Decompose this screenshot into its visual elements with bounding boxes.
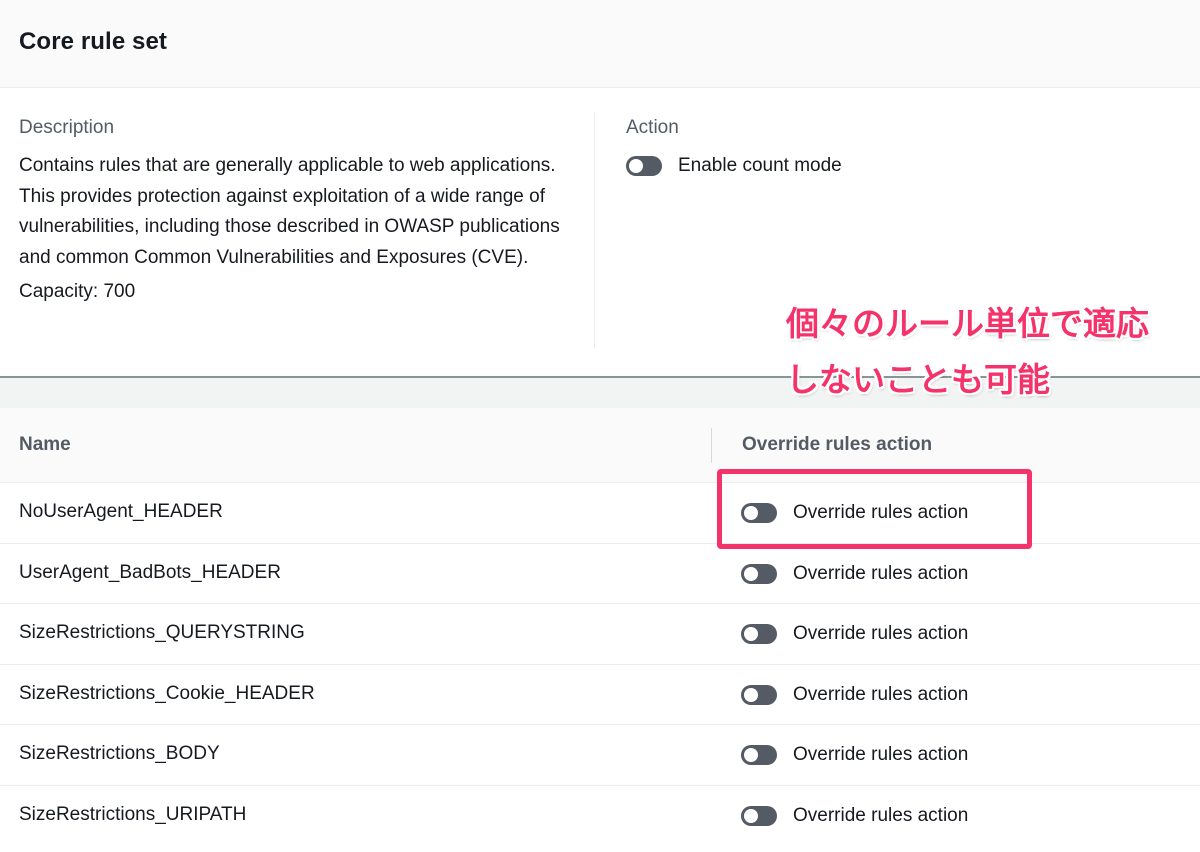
description-column: Description Contains rules that are gene…	[19, 116, 579, 304]
override-toggle-row[interactable]: Override rules action	[741, 562, 968, 586]
annotation-line-2: しないことも可能	[786, 360, 1050, 399]
table-row: UserAgent_BadBots_HEADER Override rules …	[0, 544, 1200, 605]
override-toggle-icon[interactable]	[741, 563, 777, 584]
rule-name: SizeRestrictions_URIPATH	[19, 803, 247, 825]
override-label: Override rules action	[793, 683, 969, 705]
override-toggle-icon[interactable]	[741, 503, 777, 523]
action-column: Action Enable count mode	[626, 116, 1166, 178]
table-row: SizeRestrictions_URIPATH Override rules …	[0, 786, 1200, 847]
action-label: Action	[626, 117, 679, 138]
override-label: Override rules action	[793, 623, 969, 645]
rules-table: Name Override rules action NoUserAgent_H…	[0, 408, 1200, 847]
override-toggle-icon[interactable]	[741, 745, 777, 766]
override-label: Override rules action	[793, 744, 969, 766]
column-header-divider	[711, 428, 712, 463]
annotation-callout: 個々のルール単位で適応 しないことも可能	[786, 296, 1196, 408]
override-toggle-row[interactable]: Override rules action	[741, 501, 968, 525]
override-toggle-icon[interactable]	[741, 805, 777, 826]
panel-header: Core rule set	[0, 0, 1200, 88]
override-label: Override rules action	[793, 562, 969, 584]
override-toggle-row[interactable]: Override rules action	[741, 622, 968, 646]
override-toggle-row[interactable]: Override rules action	[741, 743, 968, 767]
annotation-line-1: 個々のルール単位で適応	[786, 304, 1149, 343]
table-row: SizeRestrictions_Cookie_HEADER Override …	[0, 665, 1200, 726]
override-toggle-icon[interactable]	[741, 624, 777, 645]
override-toggle-row[interactable]: Override rules action	[741, 804, 968, 828]
column-header-override: Override rules action	[742, 434, 933, 455]
count-mode-toggle-icon[interactable]	[626, 156, 662, 176]
rule-name: SizeRestrictions_Cookie_HEADER	[19, 682, 315, 704]
capacity-value: Capacity: 700	[19, 281, 136, 302]
override-label: Override rules action	[793, 804, 969, 826]
rule-name: SizeRestrictions_QUERYSTRING	[19, 622, 305, 644]
rule-name: UserAgent_BadBots_HEADER	[19, 561, 281, 583]
override-label: Override rules action	[793, 502, 969, 523]
rule-name: SizeRestrictions_BODY	[19, 743, 220, 765]
table-row: SizeRestrictions_QUERYSTRING Override ru…	[0, 604, 1200, 665]
count-mode-toggle-row[interactable]: Enable count mode	[626, 154, 1166, 178]
count-mode-label: Enable count mode	[678, 155, 842, 176]
table-header: Name Override rules action	[0, 408, 1200, 483]
rule-name: NoUserAgent_HEADER	[19, 501, 223, 522]
override-toggle-icon[interactable]	[741, 684, 777, 705]
column-header-name: Name	[19, 434, 71, 455]
table-row: SizeRestrictions_BODY Override rules act…	[0, 725, 1200, 786]
description-text: Contains rules that are generally applic…	[19, 155, 560, 268]
description-label: Description	[19, 117, 115, 138]
panel-title: Core rule set	[19, 28, 168, 55]
column-divider	[594, 112, 595, 348]
table-row: NoUserAgent_HEADER Override rules action	[0, 483, 1200, 544]
override-toggle-row[interactable]: Override rules action	[741, 683, 968, 707]
